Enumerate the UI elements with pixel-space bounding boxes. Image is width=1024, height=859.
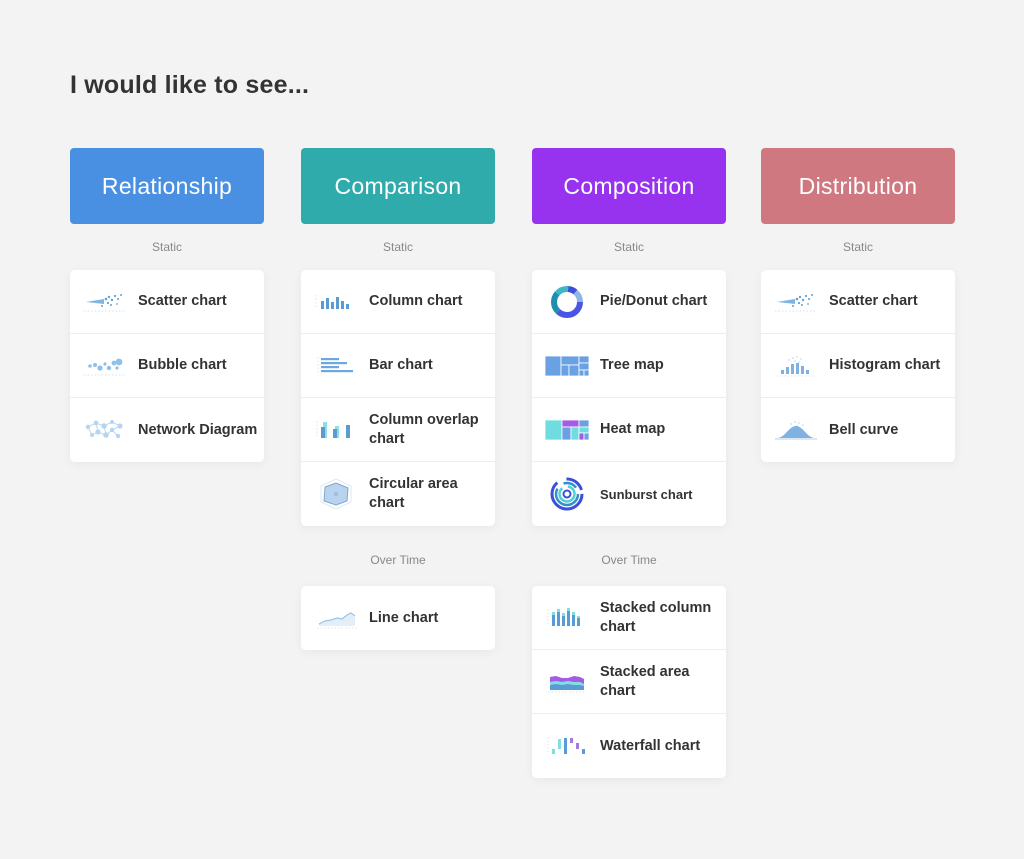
chart-option-bell-curve[interactable]: Bell curve [761,398,955,462]
chart-option-label: Stacked column chart [600,599,712,635]
chart-option-circular-area[interactable]: Circular area chart [301,462,495,526]
chart-option-bubble[interactable]: Bubble chart [70,334,264,398]
circular-area-chart-icon [313,476,359,512]
waterfall-chart-icon [544,728,590,764]
section-label-static: Static [613,240,644,254]
chart-option-label: Circular area chart [369,476,458,511]
category-column-composition: Composition Static Pie/Donut chart Tree … [532,148,726,778]
chart-option-sunburst[interactable]: Sunburst chart [532,462,726,526]
category-header-comparison[interactable]: Comparison [301,148,495,224]
chart-option-label: Tree map [600,357,664,373]
chart-option-waterfall[interactable]: Waterfall chart [532,714,726,778]
page-title: I would like to see... [70,71,310,99]
chart-option-label: Waterfall chart [600,737,701,754]
chart-list: Pie/Donut chart Tree map Heat map Sunbur… [532,270,726,526]
chart-option-line[interactable]: Line chart [301,586,495,650]
chart-option-label: Scatter chart [829,293,918,309]
category-column-relationship: Relationship Static Scatter chart Bubble… [70,148,264,462]
chart-list: Scatter chart Bubble chart Network Diagr… [70,270,264,462]
chart-option-tree-map[interactable]: Tree map [532,334,726,398]
chart-option-column-overlap[interactable]: Column overlap chart [301,398,495,462]
chart-option-scatter[interactable]: Scatter chart [761,270,955,334]
chart-option-scatter[interactable]: Scatter chart [70,270,264,334]
chart-option-bar[interactable]: Bar chart [301,334,495,398]
chart-option-label: Stacked area chart [600,663,690,699]
section-label-over-time: Over Time [370,553,426,567]
chart-option-label: Network Diagram [138,421,258,438]
stacked-column-chart-icon [544,600,590,636]
chart-option-label: Heat map [600,421,666,437]
chart-option-label: Column overlap chart [369,411,479,447]
bubble-chart-icon [82,348,128,384]
chart-option-histogram[interactable]: Histogram chart [761,334,955,398]
category-header-relationship[interactable]: Relationship [70,148,264,224]
chart-option-column[interactable]: Column chart [301,270,495,334]
chart-option-label: Pie/Donut chart [600,293,708,309]
chart-option-label: Sunburst chart [600,486,693,502]
chart-option-label: Bar chart [369,357,433,373]
chart-option-network-diagram[interactable]: Network Diagram [70,398,264,462]
scatter-chart-icon [82,284,128,320]
chart-option-label: Column chart [369,293,463,309]
chart-option-label: Line chart [369,609,439,626]
chart-option-label: Histogram chart [829,357,941,373]
chart-option-stacked-area[interactable]: Stacked area chart [532,650,726,714]
bar-chart-icon [313,348,359,384]
section-label-static: Static [151,240,182,254]
column-overlap-chart-icon [313,412,359,448]
category-column-distribution: Distribution Static Scatter chart Histog… [761,148,955,462]
section-label-static: Static [382,240,413,254]
chart-option-label: Bubble chart [138,357,227,373]
chart-option-stacked-column[interactable]: Stacked column chart [532,586,726,650]
chart-list: Scatter chart Histogram chart Bell curve [761,270,955,462]
tree-map-icon [544,348,590,384]
sunburst-chart-icon [544,476,590,512]
chart-list: Stacked column chart Stacked area chart … [532,586,726,778]
section-label-over-time: Over Time [601,553,657,567]
stacked-area-chart-icon [544,664,590,700]
column-chart-icon [313,284,359,320]
chart-list: Column chart Bar chart Column overlap ch… [301,270,495,526]
category-header-distribution[interactable]: Distribution [761,148,955,224]
donut-chart-icon [544,284,590,320]
chart-option-pie-donut[interactable]: Pie/Donut chart [532,270,726,334]
histogram-chart-icon [773,348,819,384]
line-chart-icon [313,600,359,636]
network-diagram-icon [82,412,128,448]
section-label-static: Static [842,240,873,254]
bell-curve-icon [773,412,819,448]
category-column-comparison: Comparison Static Column chart Bar chart… [301,148,495,650]
scatter-chart-icon [773,284,819,320]
heat-map-icon [544,412,590,448]
chart-option-label: Scatter chart [138,293,227,309]
category-header-composition[interactable]: Composition [532,148,726,224]
chart-option-heat-map[interactable]: Heat map [532,398,726,462]
chart-option-label: Bell curve [829,421,899,438]
chart-list: Line chart [301,586,495,650]
